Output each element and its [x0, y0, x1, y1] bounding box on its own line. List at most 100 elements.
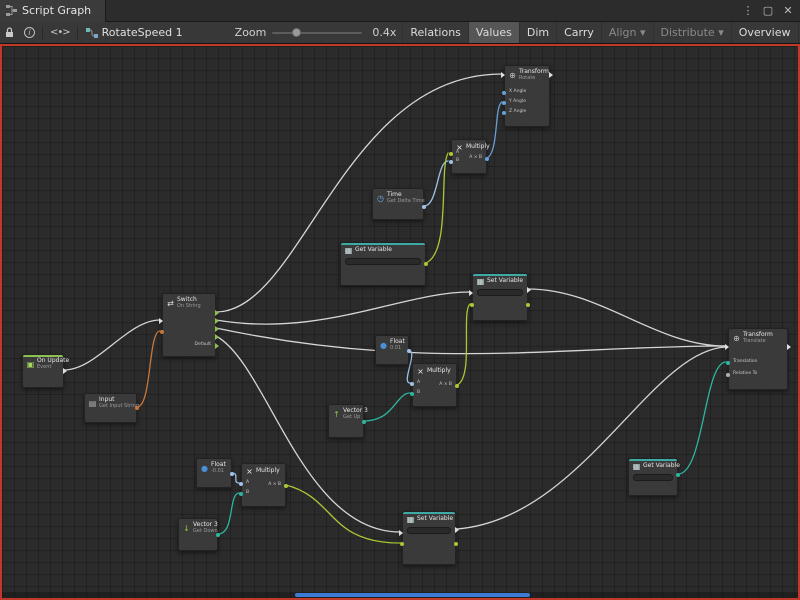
port-flow[interactable] — [63, 368, 67, 374]
port-label: A — [456, 151, 459, 156]
port-flow[interactable] — [469, 290, 473, 296]
port-flow[interactable] — [725, 344, 729, 350]
node-on-update[interactable]: ▣On UpdateEvent — [22, 354, 64, 388]
node-vector3-get-up[interactable]: ↑Vector 3Get Up — [328, 404, 364, 438]
node-float-001[interactable]: ●Float0.01 — [375, 335, 409, 365]
toolbar-button-overview[interactable]: Overview — [731, 22, 798, 44]
graph-breadcrumb[interactable]: RotateSpeed 1 — [80, 26, 189, 39]
edge-vector3-down-to-multiply-bottom[interactable] — [218, 493, 239, 534]
port-value[interactable] — [410, 392, 414, 396]
edge-set-variable-bottom-to-translate[interactable] — [456, 347, 726, 529]
maximize-icon[interactable]: ▢ — [760, 3, 776, 19]
port-flow[interactable] — [215, 326, 219, 332]
port-value[interactable] — [454, 542, 458, 546]
port-flow[interactable] — [215, 310, 219, 316]
node-get-variable-top[interactable]: ▦Get Variable — [340, 242, 426, 286]
node-set-variable-mid[interactable]: ▦Set Variable — [472, 273, 528, 321]
edge-get-variable-right-to-translate[interactable] — [678, 362, 726, 474]
edge-switch-to-translate[interactable] — [216, 328, 726, 354]
menu-icon[interactable]: ⋮ — [740, 3, 756, 19]
port-value[interactable] — [230, 472, 234, 476]
node-vector3-get-down[interactable]: ↓Vector 3Get Down — [178, 518, 218, 551]
lock-icon[interactable] — [0, 22, 19, 44]
port-value[interactable] — [502, 111, 506, 115]
edge-multiply-mid-to-set-variable-mid[interactable] — [457, 304, 470, 385]
port-label: A × B — [439, 383, 452, 388]
zoom-slider-handle[interactable] — [292, 28, 301, 37]
port-value[interactable] — [449, 152, 453, 156]
port-value[interactable] — [424, 262, 428, 266]
node-transform-rotate[interactable]: ⊕TransformRotateX AngleY AngleZ Angle — [504, 65, 550, 127]
node-multiply-mid[interactable]: ×MultiplyABA × B — [412, 363, 457, 407]
port-flow[interactable] — [549, 72, 553, 78]
port-value[interactable] — [216, 533, 220, 537]
port-value[interactable] — [526, 303, 530, 307]
edge-switch-to-set-variable-mid[interactable] — [216, 292, 470, 324]
port-value[interactable] — [422, 205, 426, 209]
port-flow[interactable] — [215, 318, 219, 324]
port-value[interactable] — [239, 492, 243, 496]
port-flow[interactable] — [527, 287, 531, 293]
port-value[interactable] — [284, 484, 288, 488]
node-multiply-top[interactable]: ×MultiplyABA × B — [451, 139, 487, 174]
variable-name-field[interactable] — [477, 289, 523, 296]
port-flow[interactable] — [455, 527, 459, 533]
node-get-input-string[interactable]: ▤InputGet Input String — [84, 393, 137, 423]
edge-vector3-up-to-multiply-mid[interactable] — [364, 393, 410, 421]
port-value[interactable] — [449, 160, 453, 164]
port-flow[interactable] — [215, 334, 219, 340]
port-value[interactable] — [407, 349, 411, 353]
edge-on-update-to-switch[interactable] — [64, 320, 160, 370]
port-value[interactable] — [400, 542, 404, 546]
node-float-neg-001[interactable]: ●Float-0.01 — [196, 458, 232, 488]
port-flow[interactable] — [787, 344, 791, 350]
edge-set-variable-mid-to-translate[interactable] — [528, 289, 726, 346]
port-flow[interactable] — [159, 318, 163, 324]
port-flow[interactable] — [501, 72, 505, 78]
variable-name-field[interactable] — [633, 474, 673, 481]
port-flow[interactable] — [215, 343, 219, 349]
graph-canvas[interactable]: ▣On UpdateEvent ▤InputGet Input String ⇄Sw… — [0, 44, 800, 600]
code-icon[interactable]: <•> — [45, 22, 75, 44]
node-multiply-bottom[interactable]: ×MultiplyABA × B — [241, 463, 286, 507]
port-value[interactable] — [239, 482, 243, 486]
port-value[interactable] — [410, 382, 414, 386]
port-value[interactable] — [362, 420, 366, 424]
toolbar-button-align[interactable]: Align ▾ — [601, 22, 653, 44]
node-transform-translate[interactable]: ⊕TransformTranslateTranslationRelative T… — [728, 328, 788, 390]
port-value[interactable] — [135, 406, 139, 410]
variable-name-field[interactable] — [345, 258, 421, 265]
zoom-slider[interactable] — [272, 32, 362, 34]
tab-script-graph[interactable]: Script Graph — [0, 0, 106, 22]
toolbar-button-relations[interactable]: Relations — [402, 22, 468, 44]
node-accent-bar — [473, 274, 527, 276]
port-flow[interactable] — [399, 530, 403, 536]
port-value[interactable] — [485, 157, 489, 161]
node-title: Set Variable — [487, 278, 523, 285]
port-value[interactable] — [502, 101, 506, 105]
node-switch-on-string[interactable]: ⇄SwitchOn StringDefault — [162, 293, 216, 357]
toolbar-button-dim[interactable]: Dim — [519, 22, 556, 44]
port-value[interactable] — [726, 361, 730, 365]
node-get-variable-right[interactable]: ▦Get Variable — [628, 458, 678, 496]
info-icon[interactable]: i — [19, 22, 40, 44]
edge-get-variable-top-to-multiply-top[interactable] — [426, 153, 448, 263]
port-value[interactable] — [160, 330, 164, 334]
horizontal-scrollbar-thumb[interactable] — [295, 593, 530, 597]
node-subtitle: Translate — [743, 339, 773, 345]
port-value[interactable] — [455, 384, 459, 388]
node-set-variable-bottom[interactable]: ▦Set Variable — [402, 511, 456, 565]
port-value[interactable] — [676, 473, 680, 477]
toolbar-button-values[interactable]: Values — [468, 22, 519, 44]
port-value[interactable] — [726, 373, 730, 377]
edge-multiply-bottom-to-set-variable-bottom[interactable] — [286, 485, 400, 543]
close-icon[interactable]: ✕ — [780, 3, 796, 19]
port-value[interactable] — [502, 91, 506, 95]
port-value[interactable] — [470, 303, 474, 307]
toolbar-button-carry[interactable]: Carry — [556, 22, 601, 44]
variable-name-field[interactable] — [407, 527, 451, 534]
graph-breadcrumb-icon — [86, 28, 98, 38]
toolbar-button-distribute[interactable]: Distribute ▾ — [653, 22, 731, 44]
edge-input-to-switch[interactable] — [137, 331, 160, 407]
node-get-delta-time[interactable]: ◷TimeGet Delta Time — [372, 188, 424, 220]
